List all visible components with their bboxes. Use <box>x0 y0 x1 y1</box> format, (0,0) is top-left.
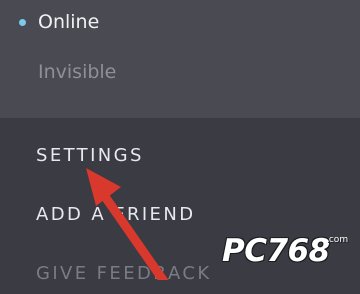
status-option-label: Online <box>38 11 100 33</box>
status-menu: Online Invisible <box>0 0 360 118</box>
watermark-subtext: .com <box>326 235 349 245</box>
give-feedback-label: GIVE FEEDBACK <box>36 263 212 284</box>
settings-menu-item[interactable]: SETTINGS <box>0 136 360 176</box>
online-status-dot-icon <box>19 19 26 26</box>
status-option-label: Invisible <box>38 61 117 83</box>
give-feedback-menu-item[interactable]: GIVE FEEDBACK <box>0 254 360 294</box>
status-option-invisible[interactable]: Invisible <box>0 52 360 92</box>
add-friend-menu-item[interactable]: ADD A FRIEND <box>0 195 360 235</box>
status-option-online[interactable]: Online <box>0 2 360 42</box>
add-friend-label: ADD A FRIEND <box>36 204 196 225</box>
settings-label: SETTINGS <box>36 145 144 166</box>
